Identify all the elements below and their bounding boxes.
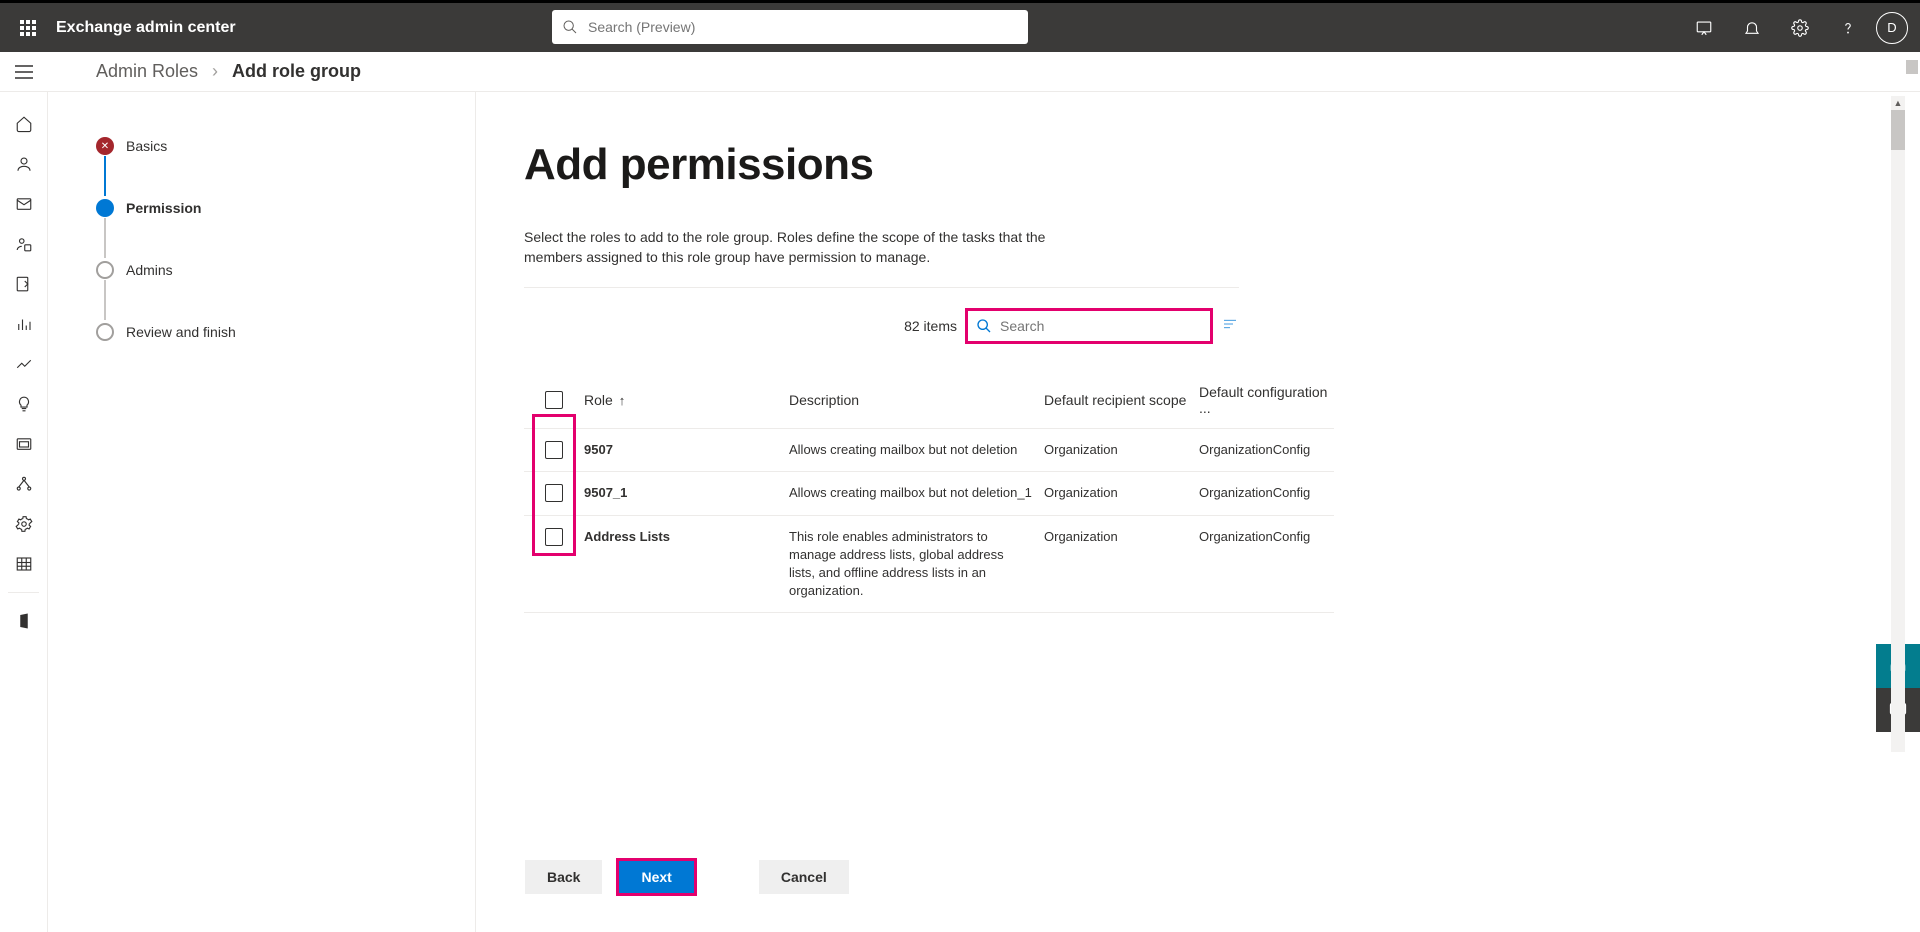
search-icon <box>562 19 578 35</box>
col-header-description[interactable]: Description <box>789 392 1044 408</box>
wizard-footer: Back Next Cancel <box>525 858 849 896</box>
user-icon[interactable] <box>0 144 48 184</box>
settings-icon[interactable] <box>1780 8 1820 48</box>
cell-config: OrganizationConfig <box>1199 484 1334 502</box>
row-checkbox[interactable] <box>545 528 563 546</box>
office-icon[interactable] <box>0 601 48 641</box>
lightbulb-icon[interactable] <box>0 384 48 424</box>
present-icon[interactable] <box>1684 8 1724 48</box>
select-all-checkbox[interactable] <box>545 391 563 409</box>
left-nav-rail <box>0 92 48 932</box>
notifications-icon[interactable] <box>1732 8 1772 48</box>
back-button[interactable]: Back <box>525 860 602 894</box>
cell-description: This role enables administrators to mana… <box>789 528 1044 601</box>
cell-role: Address Lists <box>584 528 789 546</box>
cell-config: OrganizationConfig <box>1199 528 1334 546</box>
step-permission[interactable]: Permission <box>96 196 475 220</box>
mail-icon[interactable] <box>0 184 48 224</box>
app-title: Exchange admin center <box>56 19 236 37</box>
breadcrumb-bar: Admin Roles › Add role group <box>0 52 1920 92</box>
user-avatar[interactable]: D <box>1876 12 1908 44</box>
col-header-role[interactable]: Role↑ <box>584 392 789 408</box>
global-search[interactable] <box>552 10 1028 44</box>
table-row[interactable]: Address Lists This role enables administ… <box>524 516 1334 614</box>
table-row[interactable]: 9507_1 Allows creating mailbox but not d… <box>524 472 1334 515</box>
cell-scope: Organization <box>1044 484 1199 502</box>
app-launcher-icon[interactable] <box>8 8 48 48</box>
cell-role: 9507 <box>584 441 789 459</box>
reports-icon[interactable] <box>0 304 48 344</box>
scroll-up-icon[interactable]: ▲ <box>1891 96 1905 110</box>
breadcrumb: Admin Roles › Add role group <box>96 61 361 82</box>
page-description: Select the roles to add to the role grou… <box>524 228 1064 267</box>
cell-role: 9507_1 <box>584 484 789 502</box>
public-folder-icon[interactable] <box>0 424 48 464</box>
search-icon <box>976 318 992 334</box>
main-content: Add permissions Select the roles to add … <box>476 92 1920 932</box>
scrollbar-thumb[interactable] <box>1891 110 1905 150</box>
step-pending-icon <box>96 261 114 279</box>
next-button[interactable]: Next <box>616 858 696 896</box>
step-basics[interactable]: ✕ Basics <box>96 134 475 158</box>
chevron-right-icon: › <box>212 61 218 82</box>
breadcrumb-parent[interactable]: Admin Roles <box>96 61 198 82</box>
user-role-icon[interactable] <box>0 224 48 264</box>
table-icon[interactable] <box>0 544 48 584</box>
col-header-scope[interactable]: Default recipient scope <box>1044 392 1199 408</box>
cell-scope: Organization <box>1044 441 1199 459</box>
cell-scope: Organization <box>1044 528 1199 546</box>
step-done-icon: ✕ <box>96 137 114 155</box>
step-active-icon <box>96 199 114 217</box>
filter-icon[interactable] <box>1221 315 1239 338</box>
step-review[interactable]: Review and finish <box>96 320 475 344</box>
permissions-table: Role↑ Description Default recipient scop… <box>524 374 1334 613</box>
cell-config: OrganizationConfig <box>1199 441 1334 459</box>
cell-description: Allows creating mailbox but not deletion… <box>789 484 1044 502</box>
migration-icon[interactable] <box>0 264 48 304</box>
table-toolbar: 82 items <box>524 308 1239 344</box>
home-icon[interactable] <box>0 104 48 144</box>
table-search[interactable] <box>965 308 1213 344</box>
table-search-input[interactable] <box>1000 318 1180 334</box>
insights-icon[interactable] <box>0 344 48 384</box>
gear-icon[interactable] <box>0 504 48 544</box>
breadcrumb-current: Add role group <box>232 61 361 82</box>
global-search-input[interactable] <box>588 19 988 35</box>
cancel-button[interactable]: Cancel <box>759 860 849 894</box>
wizard-steps: ✕ Basics Permission Admins Review and fi… <box>48 92 476 932</box>
item-count: 82 items <box>904 318 957 334</box>
row-checkbox[interactable] <box>545 484 563 502</box>
outer-scrollbar[interactable] <box>1906 60 1918 74</box>
col-header-config[interactable]: Default configuration ... <box>1199 384 1334 416</box>
cell-description: Allows creating mailbox but not deletion <box>789 441 1044 459</box>
step-pending-icon <box>96 323 114 341</box>
divider <box>524 287 1239 288</box>
row-checkbox[interactable] <box>545 441 563 459</box>
help-icon[interactable] <box>1828 8 1868 48</box>
sort-asc-icon: ↑ <box>619 393 626 408</box>
step-admins[interactable]: Admins <box>96 258 475 282</box>
table-header: Role↑ Description Default recipient scop… <box>524 374 1334 429</box>
table-row[interactable]: 9507 Allows creating mailbox but not del… <box>524 429 1334 472</box>
content-scrollbar[interactable]: ▲ <box>1891 96 1905 752</box>
top-bar: Exchange admin center D <box>0 0 1920 52</box>
page-title: Add permissions <box>524 140 1920 190</box>
org-icon[interactable] <box>0 464 48 504</box>
nav-toggle-icon[interactable] <box>0 52 48 92</box>
